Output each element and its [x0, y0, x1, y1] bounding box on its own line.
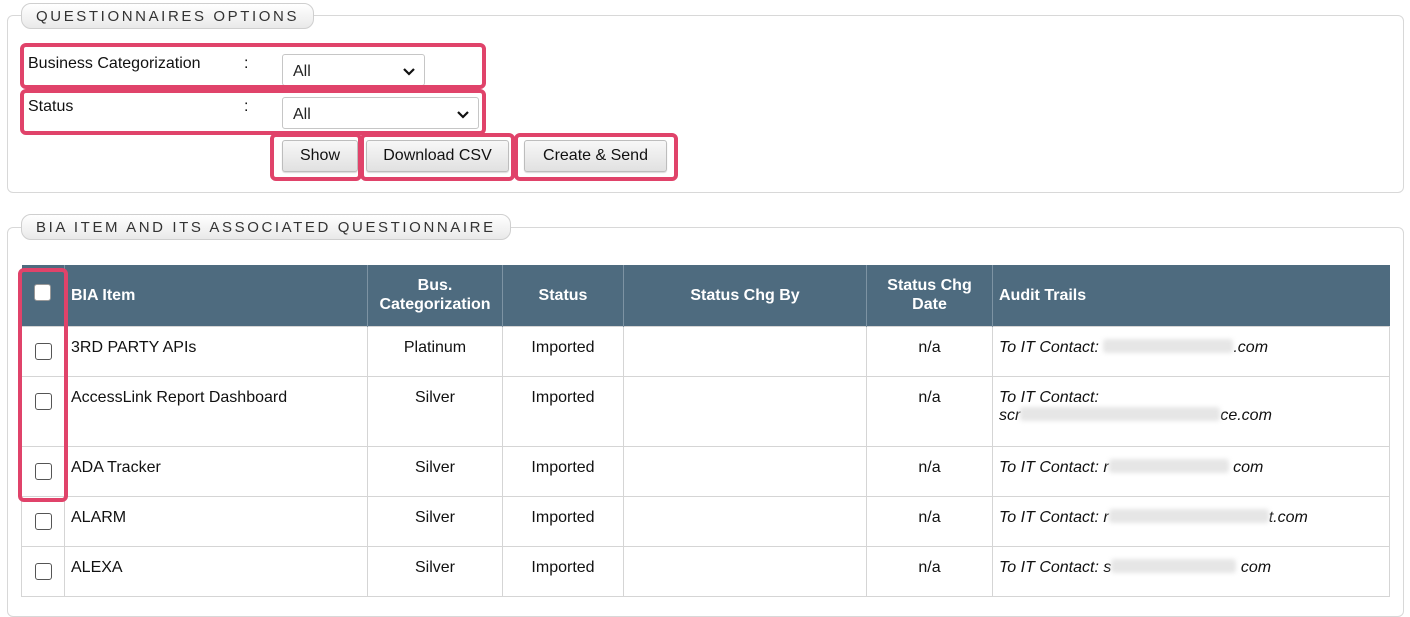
table-row: ALARM Silver Imported n/a To IT Contact:…	[21, 495, 1390, 547]
column-bus-categorization-line1: Bus.	[417, 277, 453, 295]
row-select-cell	[21, 545, 65, 597]
audit-suffix: com	[1240, 558, 1272, 576]
column-status-chg-by[interactable]: Status Chg By	[623, 265, 867, 326]
audit-trails-cell: To IT Contact: s com	[992, 545, 1390, 597]
table-header-row: BIA Item Bus. Categorization Status Stat…	[21, 265, 1390, 326]
audit-prefix: To IT Contact:	[999, 558, 1099, 576]
status-chg-date-cell: n/a	[866, 325, 993, 377]
row-checkbox[interactable]	[34, 562, 52, 580]
redacted-email	[1111, 559, 1237, 574]
bus-categorization-cell: Silver	[367, 545, 503, 597]
audit-visible: s	[1103, 558, 1112, 576]
business-categorization-colon: :	[244, 55, 249, 72]
redacted-email	[1103, 339, 1234, 354]
column-audit-trails[interactable]: Audit Trails	[992, 265, 1390, 326]
audit-prefix: To IT Contact:	[999, 338, 1099, 356]
row-select-cell	[21, 445, 65, 497]
status-value: All	[293, 106, 311, 123]
status-select[interactable]: All	[282, 97, 479, 129]
status-chg-date-cell: n/a	[866, 495, 993, 547]
business-categorization-value: All	[293, 63, 311, 80]
bus-categorization-cell: Platinum	[367, 325, 503, 377]
status-chg-by-cell	[623, 545, 867, 597]
status-cell: Imported	[502, 545, 624, 597]
status-chg-by-cell	[623, 325, 867, 377]
show-button[interactable]: Show	[282, 140, 358, 172]
bia-item-cell: ADA Tracker	[64, 445, 368, 497]
bia-items-table: BIA Item Bus. Categorization Status Stat…	[21, 265, 1390, 597]
redacted-email	[1108, 509, 1269, 524]
audit-visible: r	[1103, 508, 1109, 526]
bia-item-cell: 3RD PARTY APIs	[64, 325, 368, 377]
status-cell: Imported	[502, 445, 624, 497]
status-chg-date-cell: n/a	[866, 375, 993, 447]
status-label: Status	[28, 98, 74, 115]
business-categorization-label: Business Categorization	[28, 55, 201, 72]
bia-item-cell: AccessLink Report Dashboard	[64, 375, 368, 447]
column-bia-item[interactable]: BIA Item	[64, 265, 368, 326]
status-chg-date-cell: n/a	[866, 545, 993, 597]
row-select-cell	[21, 375, 65, 447]
status-chg-by-cell	[623, 495, 867, 547]
table-row: 3RD PARTY APIs Platinum Imported n/a To …	[21, 325, 1390, 377]
bus-categorization-cell: Silver	[367, 495, 503, 547]
audit-prefix: To IT Contact:	[999, 508, 1099, 526]
status-cell: Imported	[502, 375, 624, 447]
bia-items-legend: BIA ITEM AND ITS ASSOCIATED QUESTIONNAIR…	[21, 214, 511, 240]
status-chg-by-cell	[623, 375, 867, 447]
questionnaires-options-panel	[7, 15, 1404, 193]
audit-visible: r	[1103, 458, 1109, 476]
table-row: ALEXA Silver Imported n/a To IT Contact:…	[21, 545, 1390, 597]
audit-prefix: To IT Contact:	[999, 388, 1099, 406]
questionnaires-options-legend: QUESTIONNAIRES OPTIONS	[21, 3, 315, 29]
audit-trails-cell: To IT Contact: .com	[992, 325, 1390, 377]
chevron-down-icon	[456, 98, 470, 130]
bus-categorization-cell: Silver	[367, 375, 503, 447]
row-checkbox[interactable]	[34, 462, 52, 480]
column-status-chg-date-line1: Status Chg	[887, 277, 972, 295]
redacted-email	[1020, 407, 1221, 422]
create-send-button[interactable]: Create & Send	[524, 140, 667, 172]
bus-categorization-cell: Silver	[367, 445, 503, 497]
select-all-checkbox[interactable]	[34, 284, 52, 302]
row-select-cell	[21, 325, 65, 377]
row-checkbox[interactable]	[34, 512, 52, 530]
audit-suffix: com	[1233, 458, 1264, 476]
audit-prefix: To IT Contact:	[999, 458, 1099, 476]
audit-trails-cell: To IT Contact: scr ce.com	[992, 375, 1390, 447]
audit-visible: scr	[999, 406, 1021, 424]
download-csv-button[interactable]: Download CSV	[366, 140, 509, 172]
table-row: ADA Tracker Silver Imported n/a To IT Co…	[21, 445, 1390, 497]
status-cell: Imported	[502, 495, 624, 547]
column-status-chg-date[interactable]: Status Chg Date	[866, 265, 993, 326]
business-categorization-select[interactable]: All	[282, 54, 425, 86]
status-chg-date-cell: n/a	[866, 445, 993, 497]
row-select-cell	[21, 495, 65, 547]
audit-trails-cell: To IT Contact: r t.com	[992, 495, 1390, 547]
select-all-header	[21, 265, 65, 326]
audit-suffix: t.com	[1268, 508, 1308, 526]
bia-item-cell: ALARM	[64, 495, 368, 547]
bia-item-cell: ALEXA	[64, 545, 368, 597]
audit-suffix: .com	[1233, 338, 1269, 356]
column-bus-categorization[interactable]: Bus. Categorization	[367, 265, 503, 326]
audit-suffix: ce.com	[1220, 406, 1272, 424]
column-bus-categorization-line2: Categorization	[379, 296, 491, 314]
column-status[interactable]: Status	[502, 265, 624, 326]
redacted-email	[1108, 459, 1229, 474]
table-row: AccessLink Report Dashboard Silver Impor…	[21, 375, 1390, 447]
status-chg-by-cell	[623, 445, 867, 497]
chevron-down-icon	[402, 55, 416, 87]
row-checkbox[interactable]	[34, 392, 52, 410]
status-cell: Imported	[502, 325, 624, 377]
audit-trails-cell: To IT Contact: r com	[992, 445, 1390, 497]
status-colon: :	[244, 98, 249, 115]
column-status-chg-date-line2: Date	[912, 296, 947, 314]
row-checkbox[interactable]	[34, 342, 52, 360]
